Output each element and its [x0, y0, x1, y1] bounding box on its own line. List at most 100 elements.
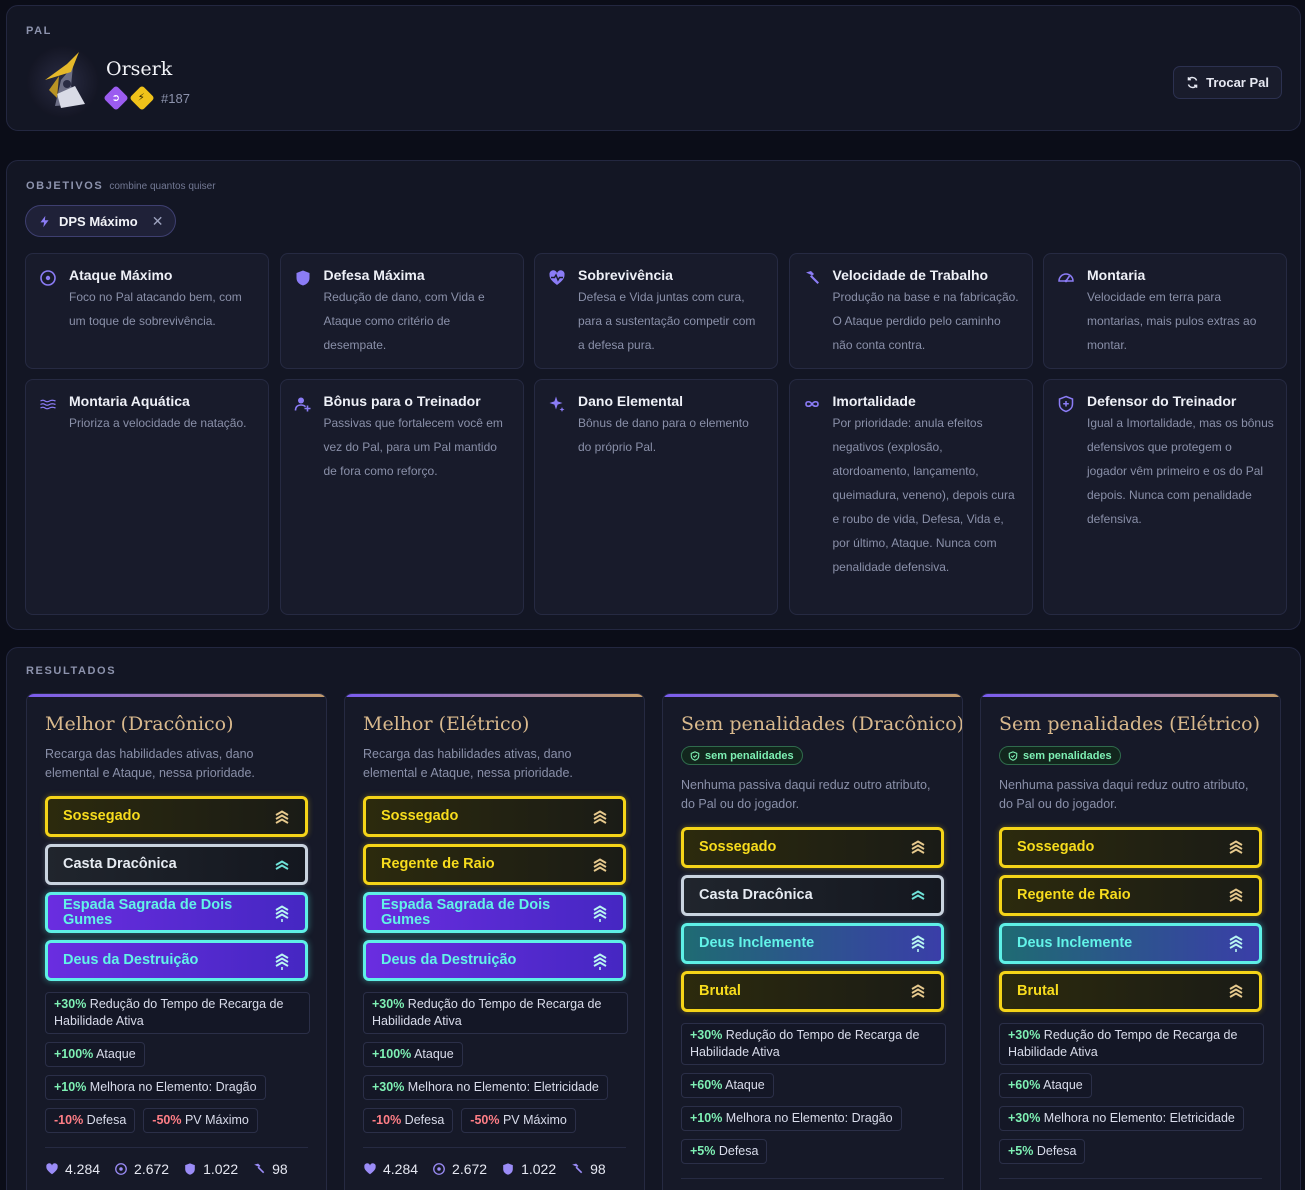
result-title: Melhor (Dracônico) [45, 713, 234, 735]
objective-description: Igual a Imortalidade, mas os bônus defen… [1087, 416, 1274, 526]
results-grid: Melhor (Dracônico) Recarga das habilidade… [26, 693, 1281, 1190]
no-penalty-label: sem penalidades [705, 749, 794, 762]
objective-description: Redução de dano, com Vida e Ataque como … [323, 290, 485, 352]
target-icon [115, 1163, 127, 1175]
pal-element-badges: ➲ ⚡ #187 [103, 85, 190, 111]
objective-card[interactable]: Sobrevivência Defesa e Vida juntas com c… [534, 253, 778, 369]
passive-skill[interactable]: Casta Dracônica [45, 844, 308, 885]
objective-card[interactable]: Defesa Máxima Redução de dano, com Vida … [279, 253, 524, 369]
objective-description: Passivas que fortalecem você em vez do P… [323, 416, 503, 478]
no-penalty-badge: sem penalidades [681, 746, 803, 765]
passive-name: Regente de Raio [381, 856, 495, 872]
selected-objective-chip[interactable]: DPS Máximo ✕ [25, 205, 177, 237]
passive-name: Casta Dracônica [63, 856, 177, 872]
rank-chevron-icon [593, 809, 607, 824]
objective-card[interactable]: Velocidade de Trabalho Produção na base … [788, 253, 1033, 369]
rank-chevron-icon [1229, 935, 1243, 952]
result-description: Recarga das habilidades ativas, dano ele… [45, 747, 255, 780]
passive-skill[interactable]: Regente de Raio [363, 844, 626, 885]
results-section-label: RESULTADOS [26, 665, 117, 677]
passive-skill[interactable]: Sossegado [45, 796, 308, 837]
passive-skill[interactable]: Deus Inclemente [681, 922, 944, 964]
passive-name: Espada Sagrada de Dois Gumes [63, 896, 233, 928]
swap-pal-button[interactable]: Trocar Pal [1173, 66, 1282, 99]
passive-skill[interactable]: Sossegado [681, 826, 944, 868]
objective-description: Defesa e Vida juntas com cura, para a su… [578, 290, 756, 352]
objectives-title: OBJETIVOS [26, 180, 104, 192]
hammer-icon [572, 1163, 583, 1174]
result-description: Recarga das habilidades ativas, dano ele… [363, 747, 573, 780]
stats-row [681, 1177, 944, 1190]
effect-label: Melhora no Elemento: Dragão [722, 1110, 893, 1125]
effect-tag: +30% Redução do Tempo de Recarga de Habi… [681, 1022, 946, 1065]
shield-plus-icon [1058, 395, 1074, 413]
objective-card[interactable]: Ataque Máximo Foco no Pal atacando bem, … [25, 253, 269, 369]
stats-row: 4.284 2.672 1.022 98 [45, 1147, 308, 1177]
passive-skill[interactable]: Deus Inclemente [999, 922, 1262, 964]
effect-label: Redução do Tempo de Recarga de Habilidad… [54, 997, 284, 1028]
hammer-icon [254, 1163, 265, 1174]
objective-card[interactable]: Defensor do Treinador Igual a Imortalida… [1043, 379, 1287, 615]
result-title: Melhor (Elétrico) [363, 713, 530, 735]
objective-title: Bônus para o Treinador [323, 393, 481, 409]
objective-title: Imortalidade [832, 393, 916, 409]
effect-tag: +10% Melhora no Elemento: Dragão [681, 1105, 902, 1131]
effect-value: +60% [1008, 1077, 1041, 1092]
selected-objective-label: DPS Máximo [59, 213, 138, 229]
objective-card[interactable]: Montaria Aquática Prioriza a velocidade … [25, 379, 269, 615]
passive-skill[interactable]: Brutal [999, 970, 1262, 1012]
passive-skill[interactable]: Casta Dracônica [681, 874, 944, 916]
effect-label: Melhora no Elemento: Dragão [86, 1080, 257, 1094]
heart-icon [364, 1163, 376, 1175]
shield-check-icon [1008, 750, 1018, 761]
hammer-icon [805, 271, 819, 284]
heart-pulse-icon [549, 270, 565, 285]
effect-label: Ataque [411, 1047, 454, 1061]
objective-card[interactable]: Imortalidade Por prioridade: anula efeit… [788, 379, 1033, 615]
effect-tag: +60% Ataque [999, 1072, 1092, 1098]
effect-tag: -10% Defesa [45, 1108, 136, 1133]
effect-label: PV Máximo [499, 1113, 567, 1127]
effect-tag: +5% Defesa [681, 1138, 768, 1164]
effect-value: +100% [54, 1047, 94, 1061]
rank-chevron-icon [593, 857, 607, 872]
passive-skill[interactable]: Sossegado [363, 796, 626, 837]
objective-card[interactable]: Montaria Velocidade em terra para montar… [1043, 253, 1287, 369]
effect-value: +30% [54, 997, 87, 1011]
objectives-subtitle: combine quantos quiser [109, 181, 216, 192]
effect-value: +30% [372, 1080, 405, 1094]
no-penalty-badge: sem penalidades [999, 746, 1121, 765]
rank-chevron-icon [911, 840, 925, 854]
effect-list: +30% Redução do Tempo de Recarga de Habi… [45, 992, 311, 1133]
effect-tag: +100% Ataque [45, 1042, 145, 1067]
passive-skill[interactable]: Deus da Destruição [45, 940, 308, 981]
result-card: Sem penalidades (Dracônico) sem penalida… [662, 693, 963, 1190]
objective-grid: Ataque Máximo Foco no Pal atacando bem, … [25, 253, 1287, 615]
objective-card[interactable]: Dano Elemental Bônus de dano para o elem… [534, 379, 778, 615]
swap-pal-label: Trocar Pal [1206, 75, 1269, 90]
stat-attack: 2.672 [134, 1161, 170, 1177]
passive-skill[interactable]: Espada Sagrada de Dois Gumes [363, 892, 626, 933]
rank-chevron-icon [911, 890, 925, 900]
remove-chip-icon[interactable]: ✕ [152, 213, 164, 230]
effect-value: +10% [54, 1080, 87, 1094]
passive-list: Sossegado Regente de Raio Espada Sagrada… [363, 796, 626, 981]
pal-panel: PAL Orserk ➲ ⚡ #187 Trocar Pal [6, 5, 1301, 131]
objective-card[interactable]: Bônus para o Treinador Passivas que fort… [279, 379, 524, 615]
passive-skill[interactable]: Deus da Destruição [363, 940, 626, 981]
passive-skill[interactable]: Regente de Raio [999, 874, 1262, 916]
effect-tag: +30% Redução do Tempo de Recarga de Habi… [999, 1022, 1264, 1065]
target-icon [40, 270, 56, 286]
effect-tag: +100% Ataque [363, 1042, 463, 1067]
passive-skill[interactable]: Brutal [681, 970, 944, 1012]
result-card: Sem penalidades (Elétrico) sem penalidad… [980, 693, 1281, 1190]
passive-skill[interactable]: Sossegado [999, 826, 1262, 868]
rank-chevron-icon [1229, 888, 1243, 902]
passive-name: Brutal [1017, 982, 1059, 999]
objective-description: Prioriza a velocidade de natação. [69, 416, 247, 430]
stat-work-speed: 98 [272, 1161, 288, 1177]
rank-chevron-icon [911, 935, 925, 952]
passive-skill[interactable]: Espada Sagrada de Dois Gumes [45, 892, 308, 933]
pal-section-label: PAL [26, 25, 52, 37]
objective-description: Velocidade em terra para montarias, mais… [1087, 290, 1257, 352]
